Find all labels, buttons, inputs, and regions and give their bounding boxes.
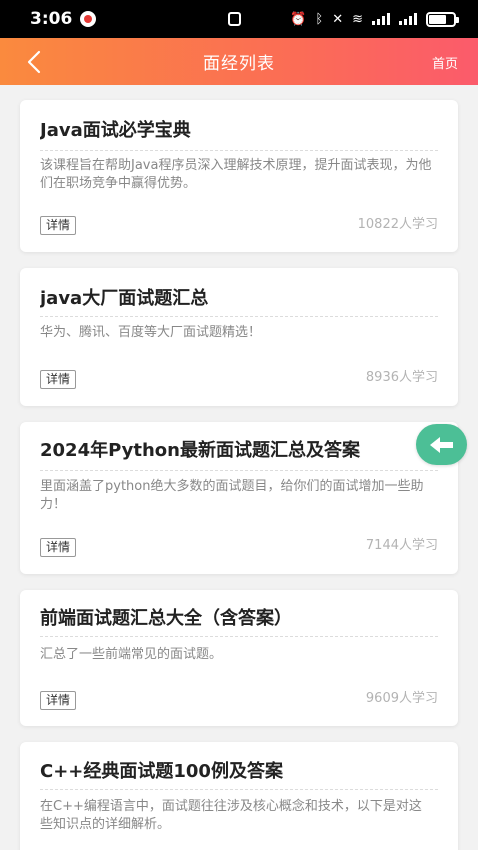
arrow-left-icon [429,436,453,453]
course-description: 汇总了一些前端常见的面试题。 [40,647,223,662]
learner-count: 9609人学习 [365,691,438,706]
alarm-icon: ⏰ [290,11,307,27]
course-card[interactable]: Java面试必学宝典 该课程旨在帮助Java程序员深入理解技术原理，提升面试表现… [20,100,458,252]
course-title: C++经典面试题100例及答案 [40,761,283,782]
card-divider [40,470,438,471]
detail-button[interactable]: 详情 [40,216,77,235]
course-title: 2024年Python最新面试题汇总及答案 [40,440,360,461]
card-divider [40,636,438,637]
battery-fill [429,14,446,24]
wifi-icon: ≋ [352,11,363,27]
learner-count: 8936人学习 [365,370,438,385]
signal-icon [372,13,390,25]
detail-button[interactable]: 详情 [40,691,77,710]
status-time: 3:06 [30,9,73,29]
chevron-left-icon [27,50,41,74]
back-button[interactable] [20,48,48,76]
mute-icon: ✕ [332,11,344,27]
status-left: 3:06 [30,9,97,29]
course-card[interactable]: 前端面试题汇总大全（含答案） 汇总了一些前端常见的面试题。 详情 9609人学习 [20,590,458,726]
course-description: 该课程旨在帮助Java程序员深入理解技术原理，提升面试表现，为他们在职场竞争中赢… [40,158,432,191]
page-title: 面经列表 [203,54,275,74]
card-divider [40,150,438,151]
course-card[interactable]: 2024年Python最新面试题汇总及答案 里面涵盖了python绝大多数的面试… [20,422,458,574]
detail-button[interactable]: 详情 [40,538,77,557]
course-title: 前端面试题汇总大全（含答案） [40,608,292,629]
detail-button[interactable]: 详情 [40,370,77,389]
course-description: 在C++编程语言中，面试题往往涉及核心概念和技术，以下是对这些知识点的详细解析。 [40,799,422,832]
battery-icon [426,11,459,27]
course-title: Java面试必学宝典 [40,120,191,141]
notification-app-icon [80,11,97,27]
bluetooth-icon: ᛒ [315,11,324,27]
card-divider [40,316,438,317]
learner-count: 7144人学习 [365,538,438,553]
course-description: 里面涵盖了python绝大多数的面试题目，给你们的面试增加一些助力！ [40,479,424,512]
card-divider [40,789,438,790]
nfc-icon [228,12,242,26]
app-header: 面经列表 首页 [0,38,478,85]
status-icons: ⏰ ᛒ ✕ ≋ [228,11,459,27]
course-card[interactable]: java大厂面试题汇总 华为、腾讯、百度等大厂面试题精选！ 详情 8936人学习 [20,268,458,406]
status-bar: 3:06 ⏰ ᛒ ✕ ≋ [0,0,478,38]
course-card[interactable]: C++经典面试题100例及答案 在C++编程语言中，面试题往往涉及核心概念和技术… [20,742,458,850]
floating-back-button[interactable] [416,424,467,465]
learner-count: 10822人学习 [357,217,438,232]
course-description: 华为、腾讯、百度等大厂面试题精选！ [40,325,262,340]
home-link[interactable]: 首页 [432,53,458,72]
signal-icon-2 [399,13,417,25]
course-title: java大厂面试题汇总 [40,288,209,309]
